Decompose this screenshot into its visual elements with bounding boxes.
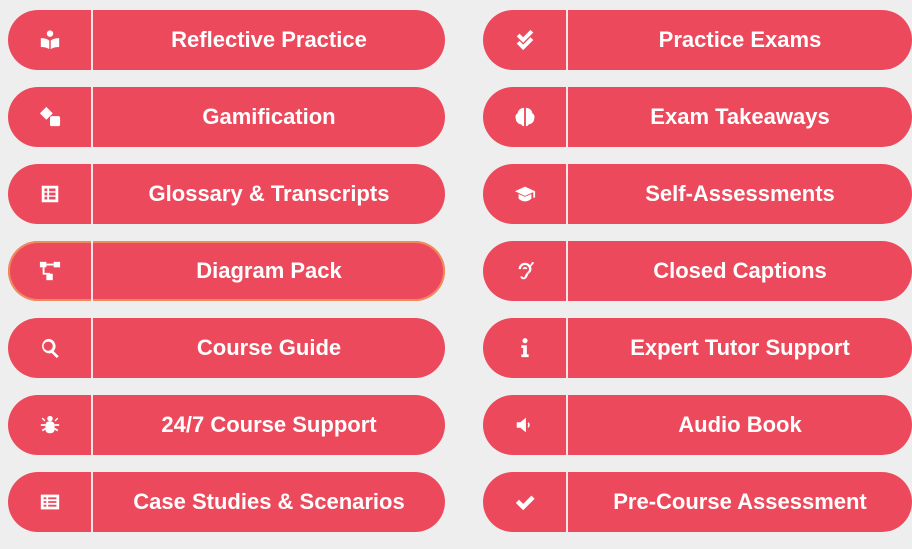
- check-icon: [483, 472, 568, 532]
- pill-label: Exam Takeaways: [650, 104, 830, 129]
- double-check-icon: [483, 10, 568, 70]
- course-support-button[interactable]: 24/7 Course Support: [8, 395, 445, 455]
- practice-exams-button[interactable]: Practice Exams: [483, 10, 912, 70]
- sitemap-icon: [8, 241, 93, 301]
- brain-icon: [483, 87, 568, 147]
- pill-label: 24/7 Course Support: [161, 412, 377, 437]
- pill-label: Audio Book: [678, 412, 802, 437]
- pill-label: Gamification: [202, 104, 336, 129]
- pill-label: Glossary & Transcripts: [148, 181, 390, 206]
- list-icon: [8, 164, 93, 224]
- pill-label: Self-Assessments: [645, 181, 835, 206]
- closed-captions-button[interactable]: Closed Captions: [483, 241, 912, 301]
- expert-tutor-support-button[interactable]: Expert Tutor Support: [483, 318, 912, 378]
- pill-label: Practice Exams: [658, 27, 822, 52]
- bug-icon: [8, 395, 93, 455]
- self-assessments-button[interactable]: Self-Assessments: [483, 164, 912, 224]
- pill-label: Diagram Pack: [196, 258, 342, 283]
- info-icon: [483, 318, 568, 378]
- dice-icon: [8, 87, 93, 147]
- left-feature-column: Reflective Practice Gamification Glossar…: [8, 10, 445, 549]
- pill-label: Case Studies & Scenarios: [133, 489, 405, 514]
- course-guide-button[interactable]: Course Guide: [8, 318, 445, 378]
- case-studies-button[interactable]: Case Studies & Scenarios: [8, 472, 445, 532]
- exam-takeaways-button[interactable]: Exam Takeaways: [483, 87, 912, 147]
- right-feature-column: Practice Exams Exam Takeaways Self-Asses…: [483, 10, 912, 549]
- pill-label: Course Guide: [196, 335, 342, 360]
- pill-label: Closed Captions: [653, 258, 827, 283]
- gamification-button[interactable]: Gamification: [8, 87, 445, 147]
- search-icon: [8, 318, 93, 378]
- glossary-transcripts-button[interactable]: Glossary & Transcripts: [8, 164, 445, 224]
- audio-book-button[interactable]: Audio Book: [483, 395, 912, 455]
- pill-label: Expert Tutor Support: [630, 335, 850, 360]
- pill-label: Pre-Course Assessment: [613, 489, 867, 514]
- graduation-cap-icon: [483, 164, 568, 224]
- pill-label: Reflective Practice: [171, 27, 367, 52]
- reflective-practice-button[interactable]: Reflective Practice: [8, 10, 445, 70]
- reader-icon: [8, 10, 93, 70]
- document-list-icon: [8, 472, 93, 532]
- volume-icon: [483, 395, 568, 455]
- hearing-icon: [483, 241, 568, 301]
- diagram-pack-button[interactable]: Diagram Pack: [8, 241, 445, 301]
- pre-course-assessment-button[interactable]: Pre-Course Assessment: [483, 472, 912, 532]
